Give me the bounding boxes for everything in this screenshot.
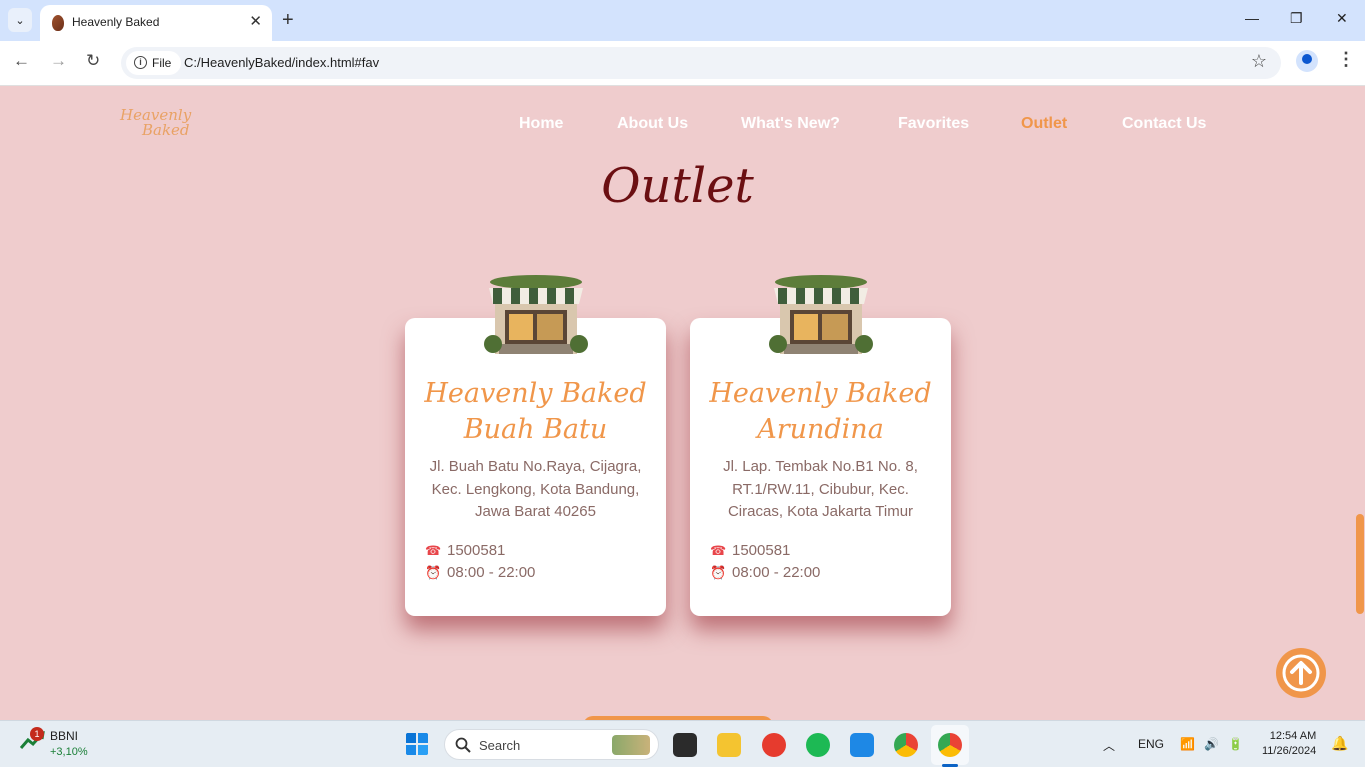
nav-about-us[interactable]: About Us — [617, 115, 688, 133]
outlet-title: Heavenly Baked Buah Batu — [405, 376, 666, 448]
system-clock[interactable]: 12:54 AM 11/26/2024 — [1262, 729, 1316, 759]
taskbar: 1 BBNI +3,10% Search ︿ ENG 📶 🔊 🔋 12:54 A… — [0, 720, 1365, 767]
browser-toolbar: ← → ↻ i File C:/HeavenlyBaked/index.html… — [0, 41, 1365, 86]
language-indicator[interactable]: ENG — [1138, 737, 1164, 751]
profile-avatar-icon[interactable] — [1296, 50, 1318, 72]
vscode-icon[interactable] — [850, 733, 874, 757]
outlet-hours: ⏰ 08:00 - 22:00 — [425, 564, 535, 581]
chrome-profile-icon[interactable] — [894, 733, 918, 757]
outlet-address: Jl. Lap. Tembak No.B1 No. 8, RT.1/RW.11,… — [723, 458, 918, 520]
chevron-up-icon[interactable]: ︿ — [1103, 737, 1115, 754]
scrollbar-thumb[interactable] — [1356, 514, 1364, 614]
shop-illustration — [769, 275, 873, 354]
chrome-icon[interactable] — [938, 733, 962, 757]
outlet-hours: ⏰ 08:00 - 22:00 — [710, 564, 820, 581]
outlet-phone: ☎ 1500581 — [425, 542, 505, 559]
phone-icon: ☎ — [710, 543, 727, 558]
volume-icon[interactable]: 🔊 — [1204, 737, 1219, 751]
task-view-icon[interactable] — [673, 733, 697, 757]
outlet-title-line-1: Heavenly Baked — [424, 378, 647, 409]
wps-office-icon[interactable] — [762, 733, 786, 757]
url-text[interactable]: C:/HeavenlyBaked/index.html#fav — [184, 55, 379, 70]
nav-home[interactable]: Home — [519, 115, 563, 133]
search-highlight-icon — [612, 735, 650, 755]
minimize-icon[interactable]: — — [1245, 10, 1259, 26]
tab-title: Heavenly Baked — [72, 15, 160, 29]
address-bar[interactable]: i File C:/HeavenlyBaked/index.html#fav ☆ — [121, 47, 1281, 79]
outlet-hours-value: 08:00 - 22:00 — [732, 564, 821, 581]
search-icon — [455, 737, 471, 753]
outlet-title-line-2: Arundina — [757, 414, 884, 445]
restore-icon[interactable]: ❐ — [1290, 10, 1303, 27]
outlet-title: Heavenly Baked Arundina — [690, 376, 951, 448]
outlet-phone-value: 1500581 — [732, 542, 791, 559]
site-info-label: File — [152, 56, 172, 70]
file-explorer-icon[interactable] — [717, 733, 741, 757]
chevron-down-icon: ⌄ — [15, 14, 25, 27]
battery-icon[interactable]: 🔋 — [1228, 737, 1243, 751]
taskbar-search-box[interactable]: Search — [444, 729, 659, 760]
page-scrollbar[interactable] — [1355, 86, 1365, 720]
clock-time: 12:54 AM — [1269, 730, 1317, 742]
web-page: Heavenly Baked Home About Us What's New?… — [0, 86, 1355, 720]
clock-date: 11/26/2024 — [1262, 745, 1317, 757]
outlet-card: Heavenly Baked Buah Batu Jl. Buah Batu N… — [405, 318, 666, 616]
shop-illustration — [484, 275, 588, 354]
alarm-clock-icon: ⏰ — [425, 565, 442, 580]
spotify-icon[interactable] — [806, 733, 830, 757]
forward-arrow-icon[interactable]: → — [50, 51, 67, 71]
outlet-hours-value: 08:00 - 22:00 — [447, 564, 536, 581]
windows-start-icon[interactable] — [405, 732, 429, 756]
notification-badge: 1 — [30, 727, 44, 741]
nav-outlet[interactable]: Outlet — [1021, 115, 1067, 133]
favicon-icon — [52, 15, 64, 31]
nav-whats-new[interactable]: What's New? — [741, 115, 840, 133]
wifi-icon[interactable]: 📶 — [1180, 737, 1195, 751]
close-tab-icon[interactable]: ✕ — [249, 12, 262, 30]
alarm-clock-icon: ⏰ — [710, 565, 727, 580]
browser-tab[interactable]: Heavenly Baked ✕ — [40, 5, 272, 41]
site-info-chip[interactable]: i File — [126, 51, 182, 75]
close-window-icon[interactable]: ✕ — [1336, 10, 1348, 27]
section-title: Outlet — [601, 158, 754, 214]
site-logo[interactable]: Heavenly Baked — [120, 108, 191, 138]
outlet-title-line-1: Heavenly Baked — [709, 378, 932, 409]
more-menu-icon[interactable]: ⋮ — [1337, 49, 1355, 70]
bookmark-star-icon[interactable]: ☆ — [1251, 51, 1267, 72]
outlet-address: Jl. Buah Batu No.Raya, Cijagra, Kec. Len… — [429, 458, 642, 520]
arrow-up-icon — [1282, 654, 1320, 692]
logo-line-2: Baked — [142, 121, 190, 139]
nav-favorites[interactable]: Favorites — [898, 115, 969, 133]
back-arrow-icon[interactable]: ← — [13, 51, 30, 71]
reload-icon[interactable]: ↻ — [86, 51, 100, 71]
stock-name: BBNI — [50, 729, 79, 743]
outlet-card: Heavenly Baked Arundina Jl. Lap. Tembak … — [690, 318, 951, 616]
nav-contact-us[interactable]: Contact Us — [1122, 115, 1206, 133]
outlet-title-line-2: Buah Batu — [463, 414, 608, 445]
notification-bell-icon[interactable]: 🔔 — [1331, 735, 1348, 752]
browser-tab-strip: ⌄ Heavenly Baked ✕ + — ❐ ✕ — [0, 0, 1365, 41]
search-placeholder: Search — [479, 738, 521, 753]
outlet-phone-value: 1500581 — [447, 542, 506, 559]
info-icon: i — [134, 56, 147, 69]
outlet-phone: ☎ 1500581 — [710, 542, 790, 559]
scroll-to-top-button[interactable] — [1276, 648, 1326, 698]
new-tab-button[interactable]: + — [282, 8, 294, 32]
phone-icon: ☎ — [425, 543, 442, 558]
tab-search-button[interactable]: ⌄ — [8, 8, 32, 32]
stock-change: +3,10% — [50, 746, 88, 758]
